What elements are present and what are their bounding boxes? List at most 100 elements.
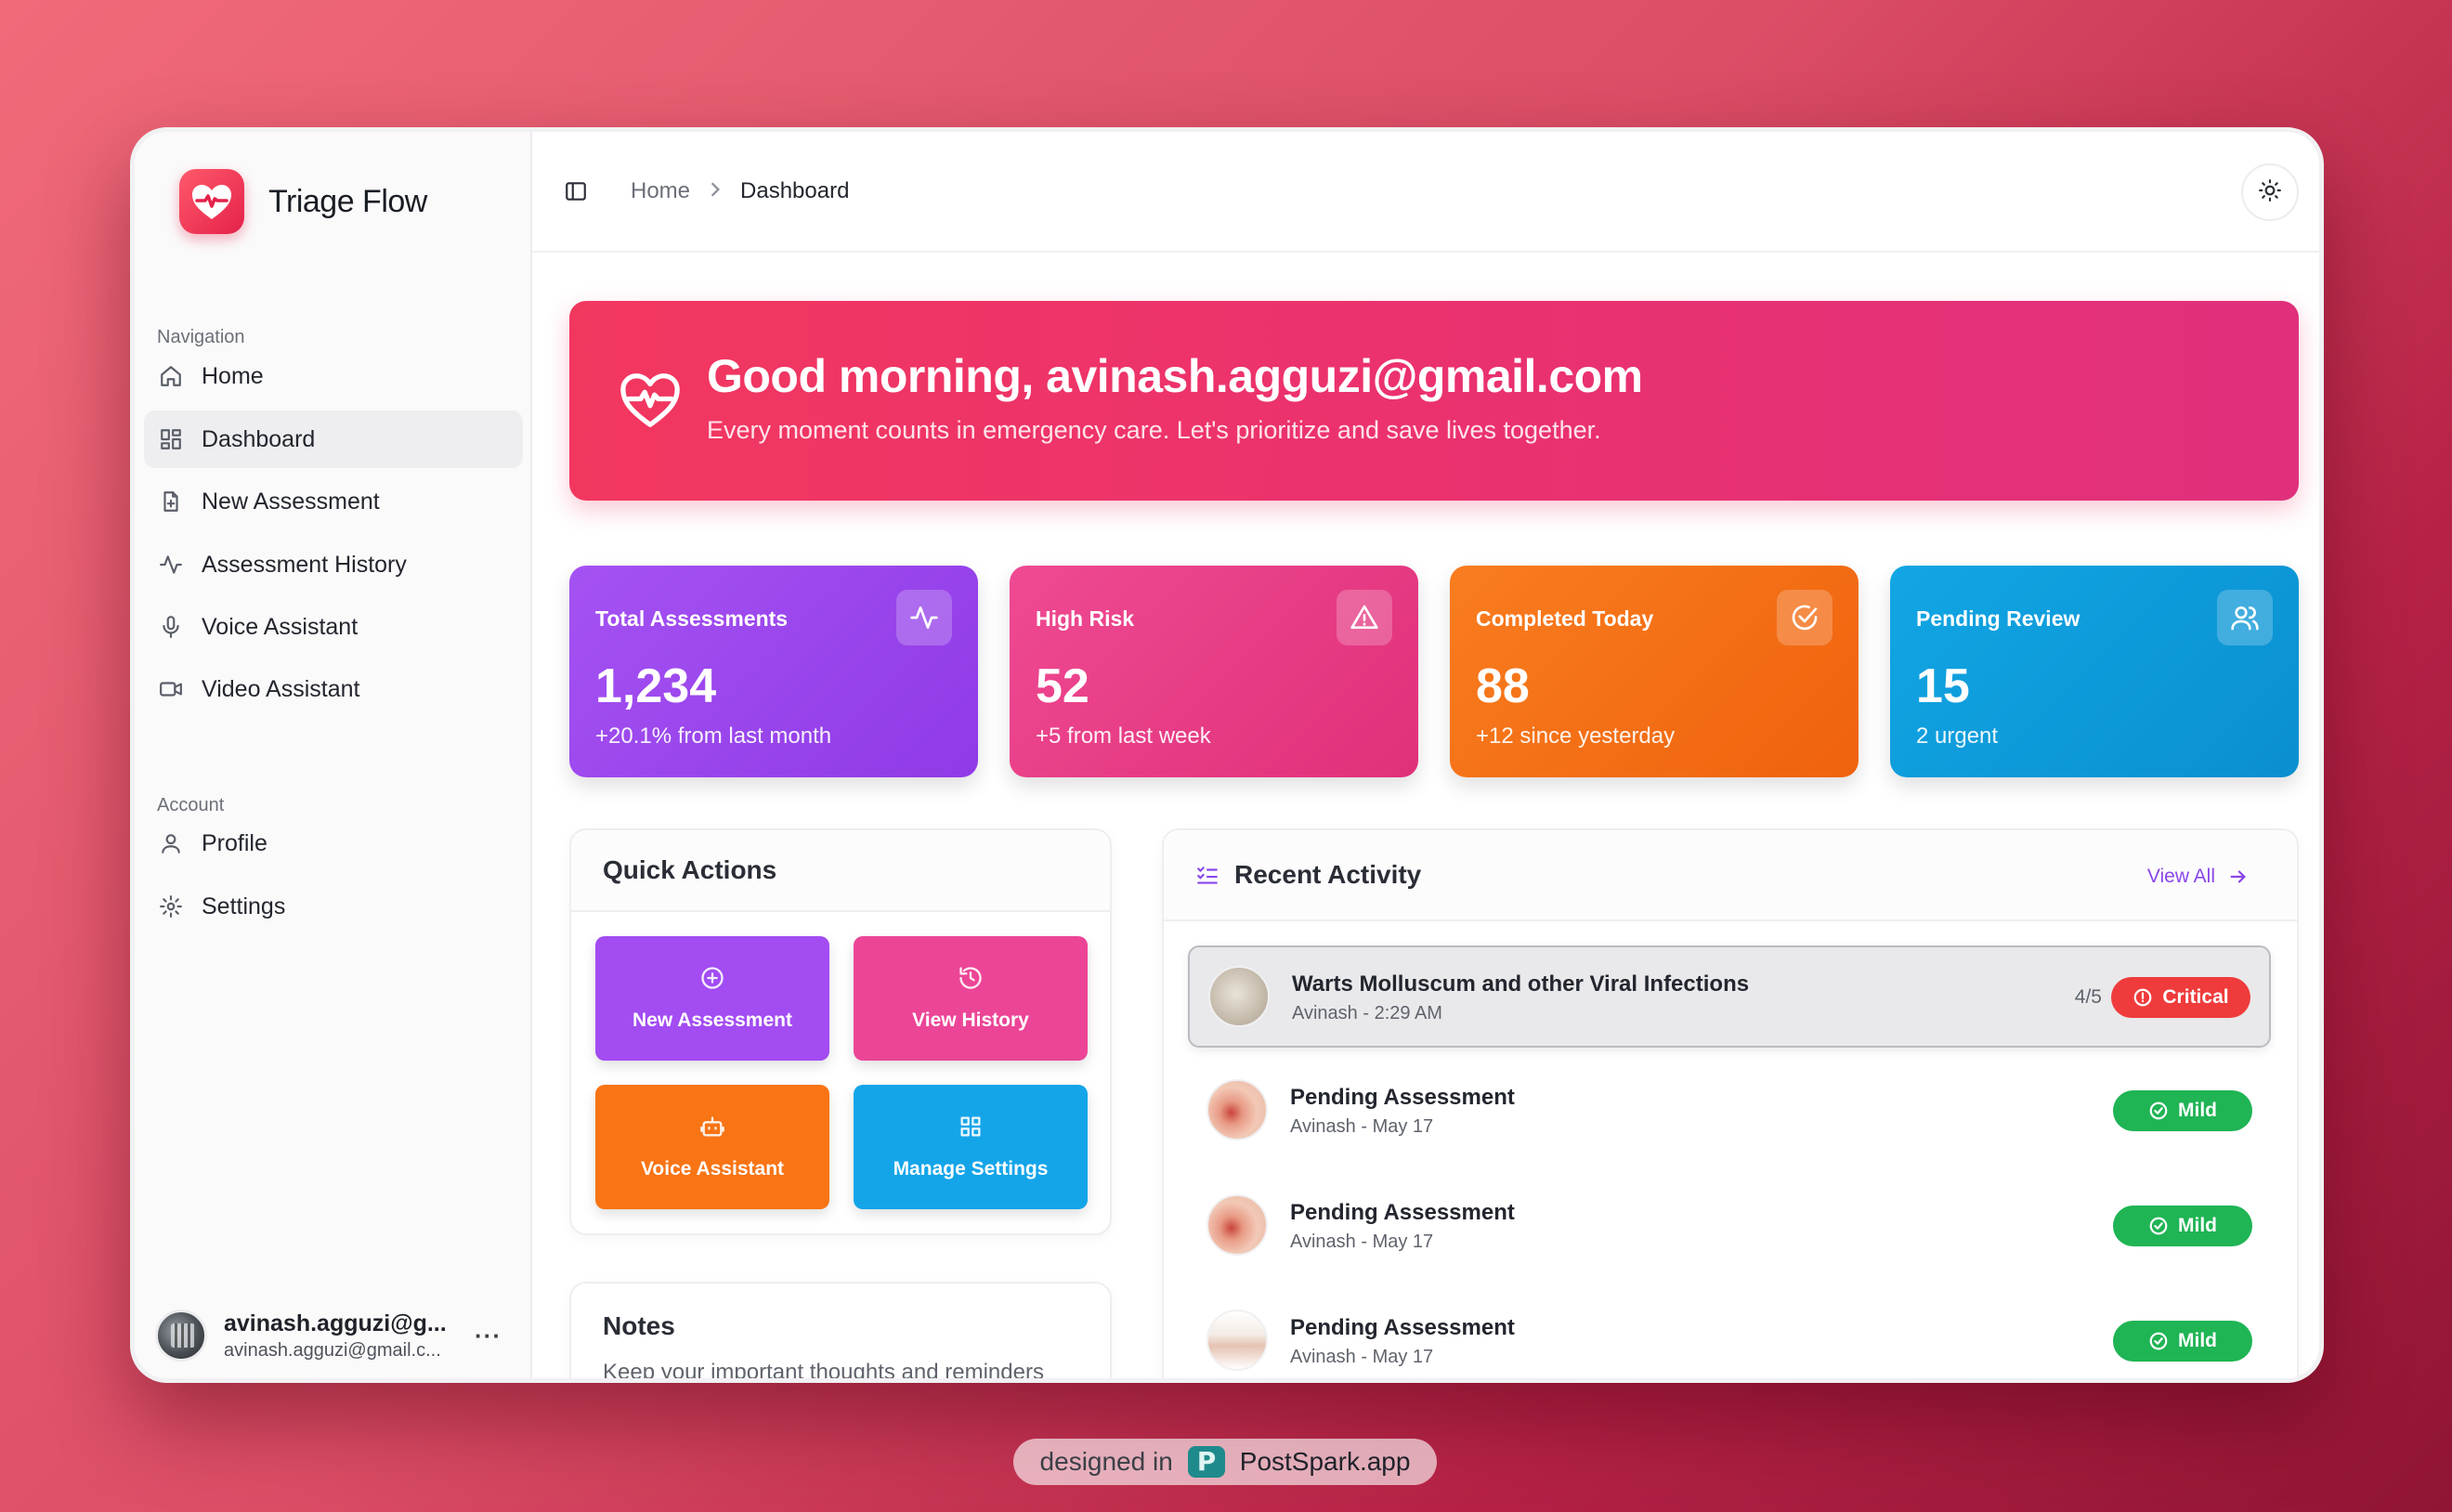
check-circle-icon (2149, 1217, 2168, 1235)
stat-note: +12 since yesterday (1476, 723, 1676, 749)
theme-toggle-button[interactable] (2241, 163, 2299, 221)
welcome-banner: Good morning, avinash.agguzi@gmail.com E… (569, 301, 2299, 501)
status-badge: Critical (2111, 977, 2250, 1018)
stat-value: 1,234 (595, 659, 717, 713)
sidebar-item-label: Settings (202, 893, 286, 919)
activity-row[interactable]: Pending Assessment Avinash - May 17 Mild (1188, 1291, 2271, 1378)
stat-value: 88 (1476, 659, 1530, 713)
stat-card-high-risk[interactable]: High Risk 52 +5 from last week (1010, 566, 1418, 777)
account-group-label: Account (157, 795, 225, 815)
sidebar-item-settings[interactable]: Settings (144, 878, 523, 935)
sidebar-item-label: Voice Assistant (202, 613, 359, 640)
recent-activity-title: Recent Activity (1234, 860, 1422, 889)
avatar (155, 1310, 207, 1362)
sidebar-item-dashboard[interactable]: Dashboard (144, 411, 523, 468)
view-history-button[interactable]: View History (854, 936, 1088, 1061)
sidebar-item-video-assistant[interactable]: Video Assistant (144, 660, 523, 718)
topbar: Home Dashboard (532, 132, 2319, 253)
video-icon (157, 675, 185, 703)
sidebar-item-profile[interactable]: Profile (144, 815, 523, 872)
activity-title: Pending Assessment (1290, 1200, 1515, 1225)
sidebar-item-new-assessment[interactable]: New Assessment (144, 473, 523, 530)
case-thumbnail (1206, 1079, 1268, 1141)
sidebar-item-label: New Assessment (202, 488, 380, 515)
brand[interactable]: Triage Flow (179, 169, 427, 234)
case-thumbnail (1208, 966, 1270, 1027)
sidebar-toggle-icon[interactable] (560, 176, 592, 207)
home-icon (157, 362, 185, 390)
badge-label: Mild (2178, 1100, 2217, 1121)
file-plus-icon (157, 488, 185, 515)
arrow-right-icon (2230, 870, 2246, 883)
quick-actions-title: Quick Actions (603, 855, 777, 884)
sidebar-item-home[interactable]: Home (144, 347, 523, 405)
activity-icon (157, 551, 185, 579)
check-circle-icon (1777, 590, 1832, 645)
alert-circle-icon (2134, 988, 2152, 1007)
grid-icon (960, 1116, 981, 1137)
postspark-logo-icon (1187, 1446, 1225, 1478)
activity-row[interactable]: Pending Assessment Avinash - May 17 Mild (1188, 1061, 2271, 1163)
voice-assistant-button[interactable]: Voice Assistant (595, 1085, 829, 1209)
stat-card-pending-review[interactable]: Pending Review 15 2 urgent (1890, 566, 2299, 777)
view-all-label: View All (2146, 866, 2215, 887)
button-label: View History (912, 1010, 1029, 1031)
check-circle-icon (2149, 1101, 2168, 1120)
stat-label: High Risk (1036, 606, 1135, 631)
activity-subtitle: Avinash - May 17 (1290, 1347, 1434, 1367)
activity-row[interactable]: Warts Molluscum and other Viral Infectio… (1188, 945, 2271, 1048)
status-badge: Mild (2113, 1321, 2252, 1362)
activity-subtitle: Avinash - 2:29 AM (1292, 1003, 1442, 1023)
stat-card-completed-today[interactable]: Completed Today 88 +12 since yesterday (1450, 566, 1859, 777)
greeting-title: Good morning, avinash.agguzi@gmail.com (707, 350, 1643, 402)
app-window: Triage Flow Navigation Home Dashboard Ne… (130, 127, 2324, 1383)
notes-title: Notes (603, 1311, 675, 1340)
case-thumbnail (1206, 1310, 1268, 1371)
gear-icon (157, 893, 185, 920)
user-icon (157, 829, 185, 857)
history-icon (959, 967, 982, 989)
dashboard-icon (157, 425, 185, 453)
stat-value: 52 (1036, 659, 1089, 713)
recent-activity-panel: Recent Activity View All Warts Molluscum… (1162, 828, 2299, 1378)
risk-score: 4/5 (2074, 986, 2102, 1008)
manage-settings-button[interactable]: Manage Settings (854, 1085, 1088, 1209)
heart-pulse-logo-icon (179, 169, 244, 234)
stat-label: Completed Today (1476, 606, 1654, 631)
list-checks-icon (1195, 864, 1219, 893)
status-badge: Mild (2113, 1090, 2252, 1131)
activity-icon (896, 590, 952, 645)
user-email: avinash.agguzi@gmail.c... (224, 1339, 441, 1361)
notes-subtitle: Keep your important thoughts and reminde… (603, 1360, 1044, 1383)
activity-row[interactable]: Pending Assessment Avinash - May 17 Mild (1188, 1176, 2271, 1278)
sidebar-item-label: Video Assistant (202, 675, 360, 702)
sidebar: Triage Flow Navigation Home Dashboard Ne… (135, 132, 532, 1378)
stat-label: Pending Review (1916, 606, 2080, 631)
activity-subtitle: Avinash - May 17 (1290, 1232, 1434, 1252)
user-name: avinash.agguzi@g... (224, 1310, 447, 1336)
app-name: Triage Flow (268, 183, 427, 219)
postspark-brand: PostSpark.app (1239, 1447, 1411, 1476)
user-menu[interactable]: avinash.agguzi@g... avinash.agguzi@gmail… (155, 1310, 517, 1362)
designed-in-badge[interactable]: designed in PostSpark.app (1013, 1439, 1437, 1485)
breadcrumb-home[interactable]: Home (631, 178, 690, 204)
sidebar-item-label: Home (202, 362, 264, 389)
button-label: Manage Settings (893, 1158, 1049, 1180)
stat-note: +5 from last week (1036, 723, 1211, 749)
sidebar-item-voice-assistant[interactable]: Voice Assistant (144, 598, 523, 656)
breadcrumb-current: Dashboard (740, 178, 850, 203)
activity-title: Pending Assessment (1290, 1315, 1515, 1340)
quick-actions-panel: Quick Actions New Assessment View Histor… (569, 828, 1112, 1235)
chevron-right-icon (709, 179, 722, 203)
more-options-icon[interactable]: ··· (475, 1322, 502, 1350)
new-assessment-button[interactable]: New Assessment (595, 936, 829, 1061)
stat-note: +20.1% from last month (595, 723, 832, 749)
heart-pulse-icon (618, 368, 683, 433)
stat-card-total-assessments[interactable]: Total Assessments 1,234 +20.1% from last… (569, 566, 978, 777)
designed-in-label: designed in (1039, 1447, 1173, 1476)
view-all-link[interactable]: View All (2147, 866, 2249, 888)
bot-icon (700, 1116, 724, 1137)
sidebar-item-assessment-history[interactable]: Assessment History (144, 536, 523, 593)
sidebar-item-label: Profile (202, 829, 267, 856)
check-circle-icon (2149, 1332, 2168, 1350)
